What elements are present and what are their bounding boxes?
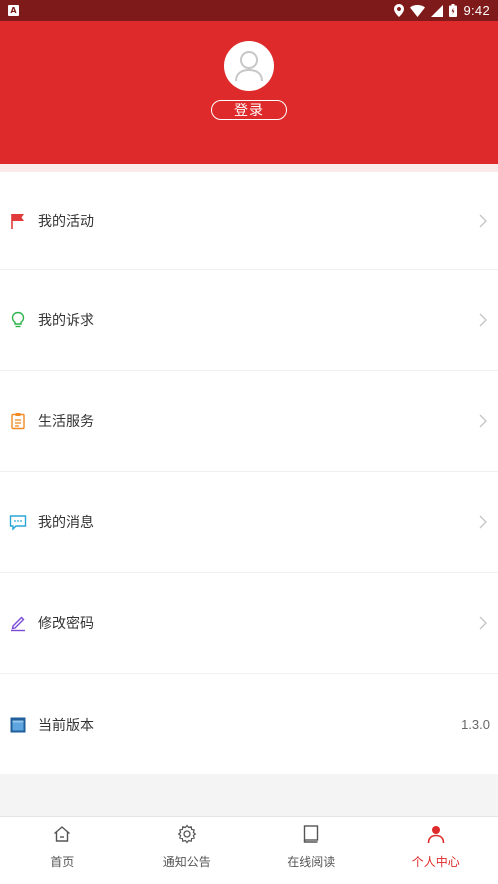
- blank-area: [0, 774, 498, 816]
- menu-item-label: 当前版本: [38, 717, 94, 734]
- chevron-right-icon: [476, 414, 490, 428]
- status-bar: A 9:42: [0, 0, 498, 21]
- tab-label: 通知公告: [162, 855, 211, 869]
- menu-item-my-requests[interactable]: 我的诉求: [0, 270, 498, 371]
- notification-badge-icon: A: [8, 5, 19, 16]
- menu-list: 我的活动 我的诉求 生活服务 我的消息 修改密码 当前版本 1.3.0: [0, 172, 498, 775]
- chevron-right-icon: [476, 515, 490, 529]
- signal-icon: [431, 4, 444, 17]
- location-icon: [394, 4, 405, 17]
- user-avatar-icon: [235, 51, 263, 82]
- menu-item-label: 我的活动: [38, 213, 94, 230]
- header-divider: [0, 164, 498, 172]
- gear-icon: [176, 823, 198, 845]
- status-time: 9:42: [463, 3, 490, 18]
- menu-item-my-activities[interactable]: 我的活动: [0, 172, 498, 270]
- tab-online-reading[interactable]: 在线阅读: [249, 817, 374, 884]
- menu-item-label: 我的消息: [38, 515, 94, 531]
- chevron-right-icon: [476, 313, 490, 327]
- login-button[interactable]: 登录: [211, 100, 287, 120]
- version-value: 1.3.0: [461, 717, 490, 732]
- tab-notices[interactable]: 通知公告: [125, 817, 250, 884]
- lightbulb-icon: [8, 310, 28, 330]
- book-icon: [300, 823, 322, 845]
- menu-item-life-services[interactable]: 生活服务: [0, 371, 498, 472]
- menu-item-label: 修改密码: [38, 616, 94, 632]
- menu-item-label: 我的诉求: [38, 313, 94, 329]
- tab-label: 个人中心: [411, 855, 460, 869]
- avatar[interactable]: [224, 41, 274, 91]
- menu-item-my-messages[interactable]: 我的消息: [0, 472, 498, 573]
- menu-item-current-version[interactable]: 当前版本 1.3.0: [0, 674, 498, 775]
- wifi-icon: [410, 4, 426, 17]
- tab-home[interactable]: 首页: [0, 817, 125, 884]
- pencil-icon: [8, 613, 28, 633]
- menu-item-label: 生活服务: [38, 414, 94, 430]
- tab-label: 在线阅读: [287, 855, 336, 869]
- person-icon: [425, 823, 447, 845]
- tab-personal-center[interactable]: 个人中心: [374, 817, 498, 884]
- menu-item-change-password[interactable]: 修改密码: [0, 573, 498, 674]
- profile-header: 登录: [0, 21, 498, 164]
- message-icon: [8, 512, 28, 532]
- flag-icon: [8, 211, 28, 231]
- tab-label: 首页: [50, 855, 75, 869]
- clipboard-icon: [8, 411, 28, 431]
- chevron-right-icon: [476, 214, 490, 228]
- status-icons: 9:42: [394, 3, 490, 18]
- version-icon: [8, 715, 28, 735]
- bottom-tab-bar: 首页 通知公告 在线阅读 个人中心: [0, 816, 498, 884]
- home-icon: [51, 823, 73, 845]
- battery-icon: [449, 4, 458, 17]
- chevron-right-icon: [476, 616, 490, 630]
